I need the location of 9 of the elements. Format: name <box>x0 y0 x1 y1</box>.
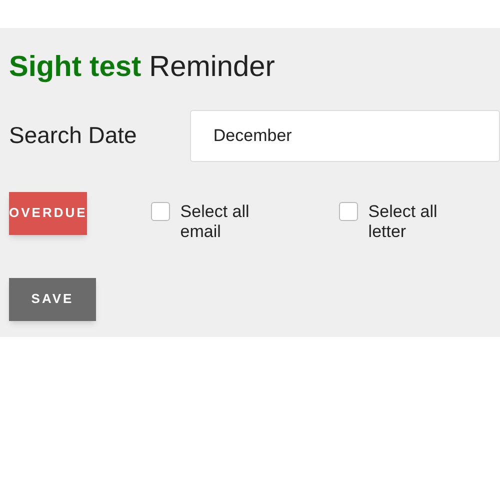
checkbox[interactable] <box>151 202 170 220</box>
search-date-label: Search Date <box>9 121 138 150</box>
date-field[interactable]: December <box>190 110 500 162</box>
checkbox-label: Select all email <box>180 202 250 242</box>
checkbox-label: Select all letter <box>368 202 438 242</box>
checkbox[interactable] <box>339 202 358 220</box>
save-button[interactable]: SAVE <box>9 278 96 320</box>
page-title: Sight test Reminder <box>9 50 275 85</box>
overdue-button[interactable]: OVERDUE <box>9 192 88 234</box>
